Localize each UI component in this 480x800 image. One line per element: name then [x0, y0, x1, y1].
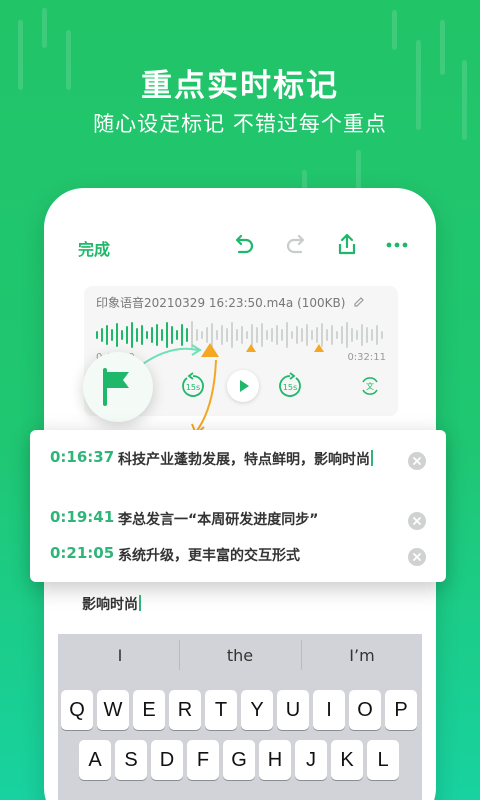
- marks-panel: 0:16:37 科技产业蓬勃发展，特点鲜明，影响时尚 0:19:41 李总发言一…: [30, 430, 446, 582]
- key-f[interactable]: F: [187, 740, 219, 780]
- mark-timestamp[interactable]: 0:16:37: [50, 448, 114, 466]
- mark-text: 系统升级，更丰富的交互形式: [118, 548, 300, 564]
- key-o[interactable]: O: [349, 690, 381, 730]
- share-icon[interactable]: [334, 232, 360, 258]
- mark-text: 科技产业蓬勃发展，特点鲜明，影响时尚: [118, 448, 388, 472]
- waveform-bar: [356, 330, 358, 340]
- key-k[interactable]: K: [331, 740, 363, 780]
- add-mark-button[interactable]: [83, 352, 153, 422]
- key-a[interactable]: A: [79, 740, 111, 780]
- keyboard: I the I’m QWERTYUIOP ASDFGHJKL: [58, 634, 422, 800]
- flag-icon: [103, 368, 129, 406]
- waveform-bar: [341, 326, 343, 344]
- suggestion-item[interactable]: the: [180, 646, 300, 665]
- waveform-bar: [346, 322, 348, 348]
- key-y[interactable]: Y: [241, 690, 273, 730]
- undo-icon[interactable]: [230, 232, 256, 258]
- mark-timestamp[interactable]: 0:21:05: [50, 544, 114, 562]
- key-t[interactable]: T: [205, 690, 237, 730]
- toolbar: 完成: [58, 228, 422, 264]
- waveform-bar: [326, 329, 328, 341]
- waveform-bar: [301, 328, 303, 342]
- delete-mark-button[interactable]: [408, 452, 426, 470]
- more-icon[interactable]: [384, 232, 410, 258]
- waveform-bar: [121, 330, 123, 340]
- waveform-bar: [366, 327, 368, 343]
- key-u[interactable]: U: [277, 690, 309, 730]
- forward-15s-icon[interactable]: 15s: [276, 372, 304, 400]
- key-p[interactable]: P: [385, 690, 417, 730]
- svg-text:文: 文: [366, 381, 374, 391]
- mark-item[interactable]: 0:21:05 系统升级，更丰富的交互形式: [50, 544, 440, 568]
- key-l[interactable]: L: [367, 740, 399, 780]
- waveform-bar: [331, 325, 333, 345]
- note-editor[interactable]: 影响时尚: [82, 594, 141, 614]
- waveform-bar: [251, 324, 253, 346]
- waveform-bar: [271, 328, 273, 342]
- waveform-bar: [116, 323, 118, 347]
- key-i[interactable]: I: [313, 690, 345, 730]
- waveform-bar: [261, 323, 263, 347]
- key-w[interactable]: W: [97, 690, 129, 730]
- waveform-bar: [311, 330, 313, 340]
- mark-item[interactable]: 0:19:41 李总发言一“本周研发进度同步”: [50, 508, 440, 532]
- suggestion-item[interactable]: I’m: [302, 646, 422, 665]
- close-icon: [413, 457, 421, 465]
- key-h[interactable]: H: [259, 740, 291, 780]
- mark-marker[interactable]: [314, 344, 324, 352]
- waveform-bar: [266, 330, 268, 340]
- key-j[interactable]: J: [295, 740, 327, 780]
- key-g[interactable]: G: [223, 740, 255, 780]
- waveform-bar: [296, 326, 298, 344]
- waveform-bar: [336, 331, 338, 339]
- close-icon: [413, 553, 421, 561]
- edit-icon[interactable]: [353, 296, 365, 308]
- key-d[interactable]: D: [151, 740, 183, 780]
- waveform-bar: [281, 329, 283, 341]
- recording-filename: 印象语音20210329 16:23:50.m4a (100KB): [96, 294, 365, 311]
- text-caret: [371, 450, 373, 466]
- subheadline: 随心设定标记 不错过每个重点: [93, 112, 387, 136]
- waveform-bar: [381, 331, 383, 339]
- text-caret: [139, 595, 141, 611]
- waveform-bar: [371, 329, 373, 341]
- waveform-bar: [361, 324, 363, 346]
- delete-mark-button[interactable]: [408, 512, 426, 530]
- suggestion-item[interactable]: I: [60, 646, 180, 665]
- waveform-bar: [256, 327, 258, 343]
- waveform-bar: [101, 328, 103, 342]
- close-icon: [413, 517, 421, 525]
- waveform-bar: [376, 325, 378, 345]
- waveform-bar: [126, 326, 128, 344]
- mark-item[interactable]: 0:16:37 科技产业蓬勃发展，特点鲜明，影响时尚: [50, 448, 440, 496]
- waveform-bar: [291, 331, 293, 339]
- waveform-bar: [306, 324, 308, 346]
- redo-icon[interactable]: [284, 232, 310, 258]
- svg-text:15s: 15s: [283, 383, 297, 392]
- waveform-bar: [111, 329, 113, 341]
- key-r[interactable]: R: [169, 690, 201, 730]
- done-button[interactable]: 完成: [78, 236, 110, 260]
- waveform-bar: [316, 327, 318, 343]
- mark-timestamp[interactable]: 0:19:41: [50, 508, 114, 526]
- waveform-bar: [286, 322, 288, 348]
- waveform-bar: [106, 325, 108, 345]
- key-e[interactable]: E: [133, 690, 165, 730]
- key-s[interactable]: S: [115, 740, 147, 780]
- waveform-bar: [351, 328, 353, 342]
- suggestion-bar: I the I’m: [58, 634, 422, 676]
- headline: 重点实时标记: [141, 68, 339, 104]
- key-q[interactable]: Q: [61, 690, 93, 730]
- transcribe-icon[interactable]: 文: [356, 372, 384, 400]
- total-time: 0:32:11: [347, 352, 386, 363]
- waveform-bar: [276, 325, 278, 345]
- mark-text: 李总发言一“本周研发进度同步”: [118, 512, 319, 528]
- waveform-bar: [96, 331, 98, 339]
- delete-mark-button[interactable]: [408, 548, 426, 566]
